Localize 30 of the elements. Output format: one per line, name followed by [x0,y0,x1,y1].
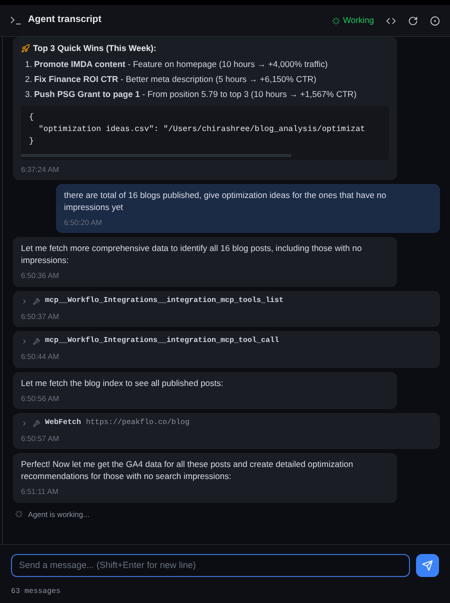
refresh-icon[interactable] [408,16,418,26]
spinner-icon [332,16,340,24]
stop-icon[interactable] [430,16,440,26]
list-item-text: Promote IMDA content - Feature on homepage (10 hours → +4,000% traffic) [34,58,328,70]
wrench-icon [33,420,40,427]
window-title: Agent transcript [28,13,102,28]
chevron-icon [21,338,28,346]
message-text: Perfect! Now let me get the GA4 data for all these posts and create detailed optimization recommendations for those with no search impressions: [21,458,354,482]
spinner-icon [15,510,23,518]
terminal-icon [10,16,22,25]
message-text: there are total of 16 blogs published, give optimization ideas for the ones that have no impressions yet [64,189,388,213]
message-heading: Top 3 Quick Wins (This Week): [33,42,156,55]
rocket-icon [21,44,30,53]
list-item-text: Fix Finance ROI CTR - Better meta description (5 hours → +6,150% CTR) [34,74,316,85]
message-text: Let me fetch more comprehensive data to identify all 16 blog posts, including those with no impressions: [21,242,363,266]
list-number: 2. [25,74,32,85]
send-button[interactable] [416,554,439,577]
wrench-icon [33,298,40,305]
wrench-icon [33,338,40,346]
chevron-icon [21,298,28,305]
status-label: Working [342,14,374,27]
send-icon [422,560,433,571]
code-icon[interactable] [386,16,396,26]
message-text: Let me fetch the blog index to see all published posts: [21,376,224,388]
list-number: 1. [25,58,32,70]
list-item-text: Push PSG Grant to page 1 - From position 5.79 to top 3 (10 hours → +1,567% CTR) [34,88,357,100]
code-text: { "optimization ideas.csv": "/Users/chirashree/blog_analysis/optimizat } [28,112,366,148]
list-number: 3. [25,88,32,100]
chevron-icon [21,420,28,427]
message-input[interactable]: Send a message... (Shift+Enter for new line) [11,554,410,577]
